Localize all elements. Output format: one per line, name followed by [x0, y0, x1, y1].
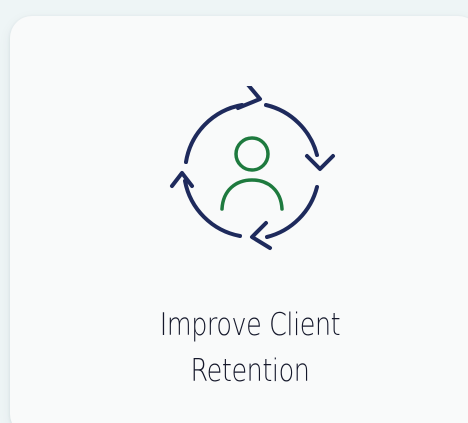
arrowhead-top — [236, 86, 262, 110]
page: Improve Client Retention — [0, 0, 468, 423]
feature-card[interactable]: Improve Client Retention — [10, 16, 468, 423]
card-title: Improve Client Retention — [119, 302, 381, 394]
cycle-arc-top-left — [184, 103, 244, 164]
cycle-arc-top-right — [264, 103, 319, 157]
person-icon — [220, 136, 284, 211]
client-retention-cycle-icon — [162, 86, 342, 256]
card-title-line-2: Retention — [190, 353, 310, 389]
arrowhead-left — [170, 171, 194, 188]
card-title-line-1: Improve Client — [159, 307, 341, 343]
arrowhead-right — [305, 154, 335, 171]
cycle-arc-bottom-right — [265, 185, 319, 239]
